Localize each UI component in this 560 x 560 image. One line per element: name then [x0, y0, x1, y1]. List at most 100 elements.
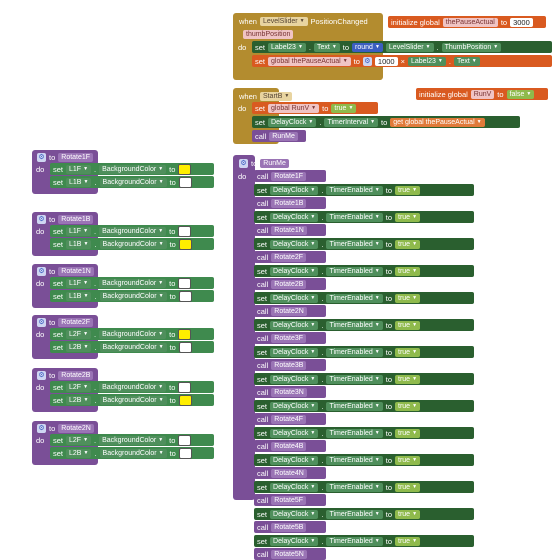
set-timerenabled-row[interactable]: set DelayClock ▼. TimerEnabled ▼ to true ▼: [254, 454, 474, 466]
call-runme-row[interactable]: call RunMe: [252, 130, 306, 142]
set-timerenabled-row[interactable]: set DelayClock ▼. TimerEnabled ▼ to true ▼: [254, 346, 474, 358]
delayclock-dropdown[interactable]: DelayClock ▼: [270, 401, 319, 411]
set-backgroundcolor-row[interactable]: set L1F ▼. BackgroundColor ▼ to: [50, 277, 214, 289]
color-swatch[interactable]: [178, 225, 192, 237]
delayclock-dropdown[interactable]: DelayClock ▼: [270, 185, 319, 195]
delayclock-dropdown[interactable]: DelayClock ▼: [270, 266, 319, 276]
true-value[interactable]: true ▼: [395, 455, 421, 465]
delayclock-dropdown[interactable]: DelayClock ▼: [270, 455, 319, 465]
backgroundcolor-dropdown[interactable]: BackgroundColor ▼: [99, 395, 167, 405]
procedure-name[interactable]: Rotate3B: [271, 360, 307, 370]
color-swatch[interactable]: [178, 163, 192, 175]
backgroundcolor-dropdown[interactable]: BackgroundColor ▼: [99, 278, 167, 288]
call-rotate2n-row[interactable]: call Rotate2N: [254, 305, 326, 317]
true-value[interactable]: true ▼: [395, 482, 421, 492]
call-rotate4n-row[interactable]: call Rotate4N: [254, 467, 326, 479]
timerenabled-dropdown[interactable]: TimerEnabled ▼: [326, 320, 383, 330]
procedure-name[interactable]: Rotate3F: [271, 333, 307, 343]
backgroundcolor-dropdown[interactable]: BackgroundColor ▼: [99, 448, 167, 458]
procedure-name[interactable]: Rotate1N: [271, 225, 307, 235]
true-value[interactable]: true ▼: [395, 212, 421, 222]
timerenabled-dropdown[interactable]: TimerEnabled ▼: [326, 509, 383, 519]
set-runv-row[interactable]: set global RunV ▼ to true ▼: [252, 102, 378, 114]
component-dropdown[interactable]: L2F ▼: [66, 329, 92, 339]
true-value[interactable]: true ▼: [395, 347, 421, 357]
call-rotate1n-row[interactable]: call Rotate1N: [254, 224, 326, 236]
pause-var-name[interactable]: thePauseActual: [442, 17, 498, 27]
call-rotate4f-row[interactable]: call Rotate4F: [254, 413, 326, 425]
global-runv-dropdown[interactable]: global RunV ▼: [268, 103, 320, 113]
delayclock-dropdown[interactable]: DelayClock ▼: [270, 239, 319, 249]
procedure-name[interactable]: Rotate5B: [271, 522, 307, 532]
gear-icon[interactable]: ⚙: [37, 317, 46, 327]
set-timerenabled-row[interactable]: set DelayClock ▼. TimerEnabled ▼ to true ▼: [254, 184, 474, 196]
procedure-name[interactable]: Rotate2B: [58, 370, 94, 380]
timerenabled-dropdown[interactable]: TimerEnabled ▼: [326, 239, 383, 249]
call-rotate3n-row[interactable]: call Rotate3N: [254, 386, 326, 398]
text-getter[interactable]: Text ▼: [453, 56, 480, 66]
procedure-name[interactable]: Rotate5N: [271, 549, 307, 559]
gear-icon[interactable]: ⚙: [239, 158, 248, 168]
backgroundcolor-dropdown[interactable]: BackgroundColor ▼: [99, 226, 167, 236]
global-pause-dropdown[interactable]: global thePauseActual ▼: [268, 56, 351, 66]
set-timerinterval-row[interactable]: set DelayClock ▼ . TimerInterval ▼ to get …: [252, 116, 520, 128]
set-backgroundcolor-row[interactable]: set L2B ▼. BackgroundColor ▼ to: [50, 447, 214, 459]
set-timerenabled-row[interactable]: set DelayClock ▼. TimerEnabled ▼ to true ▼: [254, 481, 474, 493]
timerenabled-dropdown[interactable]: TimerEnabled ▼: [326, 212, 383, 222]
set-backgroundcolor-row[interactable]: set L1B ▼. BackgroundColor ▼ to: [50, 176, 214, 188]
component-dropdown[interactable]: L1F ▼: [66, 226, 92, 236]
backgroundcolor-dropdown[interactable]: BackgroundColor ▼: [99, 239, 167, 249]
backgroundcolor-dropdown[interactable]: BackgroundColor ▼: [99, 342, 167, 352]
set-backgroundcolor-row[interactable]: set L2F ▼. BackgroundColor ▼ to: [50, 328, 214, 340]
component-dropdown[interactable]: L1B ▼: [66, 239, 92, 249]
backgroundcolor-dropdown[interactable]: BackgroundColor ▼: [99, 435, 167, 445]
true-value[interactable]: true ▼: [395, 536, 421, 546]
gear-icon[interactable]: ⚙: [362, 56, 372, 66]
procedure-name[interactable]: Rotate1B: [271, 198, 307, 208]
set-timerenabled-row[interactable]: set DelayClock ▼. TimerEnabled ▼ to true ▼: [254, 373, 474, 385]
set-backgroundcolor-row[interactable]: set L2F ▼. BackgroundColor ▼ to: [50, 434, 214, 446]
delayclock-dropdown[interactable]: DelayClock ▼: [270, 482, 319, 492]
color-swatch[interactable]: [178, 176, 192, 188]
call-rotate4b-row[interactable]: call Rotate4B: [254, 440, 326, 452]
timerenabled-dropdown[interactable]: TimerEnabled ▼: [326, 536, 383, 546]
call-rotate1b-row[interactable]: call Rotate1B: [254, 197, 326, 209]
component-dropdown[interactable]: L1F ▼: [66, 278, 92, 288]
label23-dropdown[interactable]: Label23 ▼: [268, 42, 306, 52]
color-swatch[interactable]: [178, 341, 192, 353]
color-swatch[interactable]: [178, 238, 192, 250]
thumbposition-getter[interactable]: ThumbPosition ▼: [441, 42, 502, 52]
number-1000[interactable]: 1000: [374, 56, 398, 66]
slider-component-dropdown[interactable]: LevelSlider ▼: [259, 16, 308, 26]
set-global-pause-row[interactable]: set global thePauseActual ▼ to ⚙ 1000 × L…: [252, 55, 552, 67]
backgroundcolor-dropdown[interactable]: BackgroundColor ▼: [99, 329, 167, 339]
call-rotate5b-row[interactable]: call Rotate5B: [254, 521, 326, 533]
gear-icon[interactable]: ⚙: [37, 214, 46, 224]
set-backgroundcolor-row[interactable]: set L2F ▼. BackgroundColor ▼ to: [50, 381, 214, 393]
backgroundcolor-dropdown[interactable]: BackgroundColor ▼: [99, 177, 167, 187]
set-backgroundcolor-row[interactable]: set L1F ▼. BackgroundColor ▼ to: [50, 163, 214, 175]
levelslider-getter[interactable]: LevelSlider ▼: [385, 42, 434, 52]
true-value[interactable]: true ▼: [331, 103, 357, 113]
set-timerenabled-row[interactable]: set DelayClock ▼. TimerEnabled ▼ to true ▼: [254, 292, 474, 304]
procedure-name[interactable]: Rotate2F: [58, 317, 94, 327]
pause-initial-value[interactable]: 3000: [510, 17, 533, 27]
procedure-name[interactable]: Rotate2B: [271, 279, 307, 289]
text-prop-dropdown[interactable]: Text ▼: [313, 42, 340, 52]
set-timerenabled-row[interactable]: set DelayClock ▼. TimerEnabled ▼ to true ▼: [254, 319, 474, 331]
call-rotate3b-row[interactable]: call Rotate3B: [254, 359, 326, 371]
timerenabled-dropdown[interactable]: TimerEnabled ▼: [326, 428, 383, 438]
runme-call-target[interactable]: RunMe: [269, 131, 298, 141]
color-swatch[interactable]: [178, 394, 192, 406]
delayclock-dropdown[interactable]: DelayClock ▼: [270, 212, 319, 222]
call-rotate2b-row[interactable]: call Rotate2B: [254, 278, 326, 290]
true-value[interactable]: true ▼: [395, 185, 421, 195]
color-swatch[interactable]: [178, 328, 192, 340]
startb-dropdown[interactable]: StartB ▼: [259, 91, 293, 101]
set-timerenabled-row[interactable]: set DelayClock ▼. TimerEnabled ▼ to true ▼: [254, 400, 474, 412]
timerenabled-dropdown[interactable]: TimerEnabled ▼: [326, 347, 383, 357]
procedure-name[interactable]: Rotate2N: [58, 423, 94, 433]
delayclock-dropdown[interactable]: DelayClock ▼: [270, 509, 319, 519]
backgroundcolor-dropdown[interactable]: BackgroundColor ▼: [99, 291, 167, 301]
set-backgroundcolor-row[interactable]: set L2B ▼. BackgroundColor ▼ to: [50, 341, 214, 353]
